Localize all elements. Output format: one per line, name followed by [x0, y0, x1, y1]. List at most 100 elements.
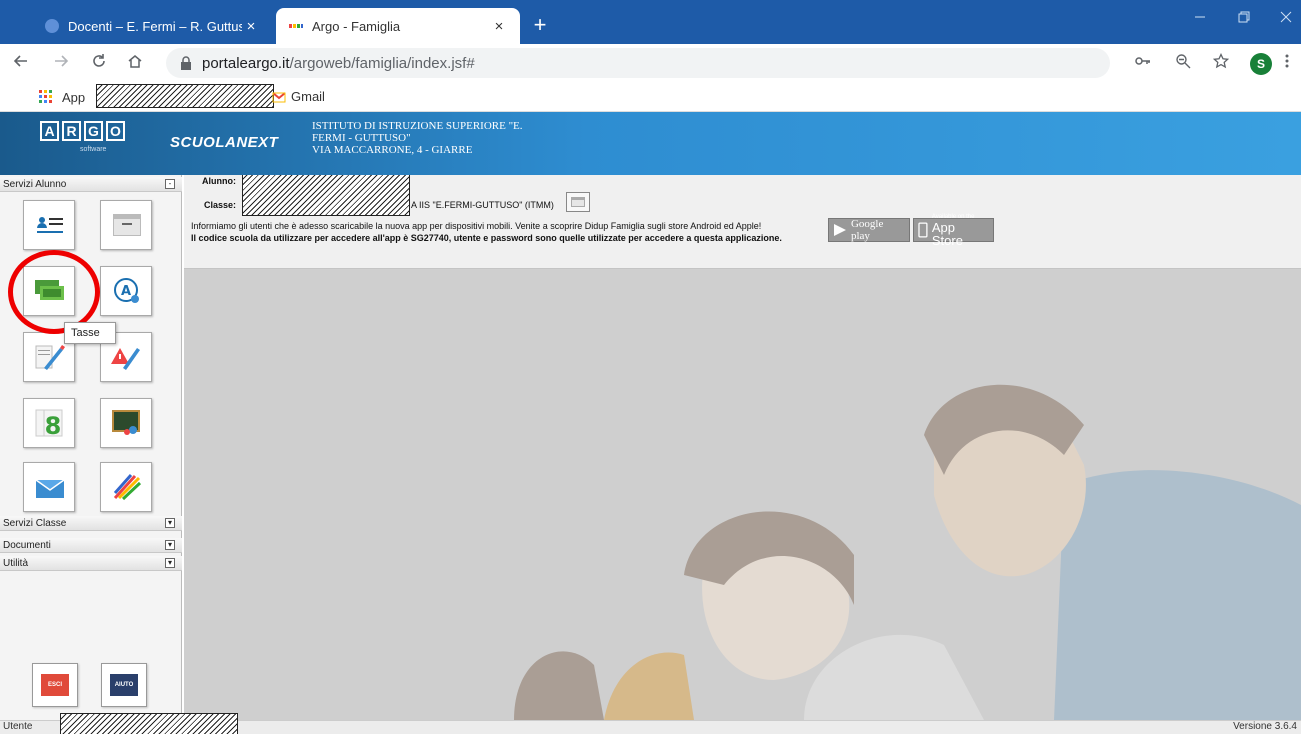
app-store-label: App Store: [931, 219, 963, 248]
expand-icon[interactable]: ▾: [165, 518, 175, 528]
key-icon[interactable]: [1132, 52, 1154, 74]
address-bar[interactable]: portaleargo.it/argoweb/famiglia/index.js…: [166, 48, 1110, 78]
notes-warning-icon: [111, 348, 140, 370]
tile-anagrafe[interactable]: [23, 200, 75, 250]
tile-scelte[interactable]: [100, 462, 152, 512]
logo-letter: G: [84, 121, 103, 141]
product-name: SCUOLANEXT: [170, 134, 279, 151]
phone-icon: [918, 222, 928, 238]
user-label: Utente: [3, 721, 33, 732]
section-label: Documenti: [3, 540, 51, 551]
redacted-username: [60, 713, 238, 734]
url-path: /argoweb/famiglia/index.jsf#: [289, 54, 475, 72]
google-play-button[interactable]: Google play: [828, 218, 910, 242]
school-line: FERMI - GUTTUSO": [312, 132, 411, 144]
tab-close-icon[interactable]: ×: [242, 18, 260, 35]
tile-bacheca[interactable]: [23, 462, 75, 512]
logo-letter: O: [106, 121, 125, 141]
section-label: Utilità: [3, 558, 29, 569]
collapse-icon[interactable]: -: [165, 179, 175, 189]
zoom-icon[interactable]: [1172, 52, 1194, 74]
grades-icon: 8: [35, 409, 63, 438]
google-play-label: Google play: [850, 218, 884, 242]
expand-icon[interactable]: ▾: [165, 540, 175, 550]
tile-ricevimento[interactable]: [100, 398, 152, 448]
expand-icon[interactable]: ▾: [165, 558, 175, 568]
forward-icon[interactable]: [50, 52, 72, 74]
tile-assenze[interactable]: A: [100, 266, 152, 316]
play-store-icon: [833, 224, 846, 236]
tab-close-icon[interactable]: ×: [490, 18, 508, 35]
logo-subtitle: software: [80, 146, 107, 153]
aiuto-button[interactable]: AIUTO: [101, 663, 147, 707]
envelope-icon: [35, 479, 65, 498]
tile-voti[interactable]: 8: [23, 398, 75, 448]
homework-icon: [35, 345, 65, 370]
app-store-button[interactable]: Available on the App Store: [913, 214, 994, 247]
svg-text:8: 8: [45, 412, 62, 438]
section-label: Servizi Alunno: [3, 179, 67, 190]
school-line: VIA MACCARRONE, 4 - GIARRE: [312, 144, 473, 156]
tile-curriculum[interactable]: [100, 200, 152, 250]
url-domain: portaleargo.it: [202, 54, 290, 72]
tab-title: Docenti – E. Fermi – R. Guttuso: [68, 18, 242, 34]
classe-label: Classe:: [204, 200, 237, 210]
new-tab-button[interactable]: +: [528, 14, 552, 36]
lock-icon: [181, 56, 191, 70]
redacted-student-name: [242, 175, 410, 216]
restore-icon[interactable]: [1234, 10, 1254, 26]
notice-line-1: Informiamo gli utenti che è adesso scari…: [191, 221, 762, 231]
bookmark-gmail[interactable]: Gmail: [272, 89, 325, 104]
close-window-icon[interactable]: [1276, 10, 1296, 26]
colored-pencils-icon: [113, 474, 142, 501]
redacted-bookmark: [96, 84, 274, 108]
star-icon[interactable]: [1210, 52, 1232, 74]
id-card-icon: [37, 217, 63, 233]
bookmarks-bar: App Gmail: [0, 82, 1301, 112]
menu-kebab-icon[interactable]: [1276, 52, 1298, 74]
tab-docenti[interactable]: Docenti – E. Fermi – R. Guttuso ×: [32, 8, 272, 44]
folder-icon: [113, 214, 141, 236]
bookmark-label: Gmail: [291, 89, 325, 104]
status-bar: Utente Versione 3.6.4: [0, 713, 1301, 734]
home-icon[interactable]: [124, 52, 146, 74]
section-servizi-alunno[interactable]: Servizi Alunno -: [0, 177, 182, 192]
school-name: ISTITUTO DI ISTRUZIONE SUPERIORE "E. FER…: [312, 120, 523, 156]
tab-title: Argo - Famiglia: [312, 18, 401, 34]
main-content: Alunno: Classe: A IIS "E.FERMI-GUTTUSO" …: [184, 175, 1301, 720]
argo-header: A R G O software SCUOLANEXT ISTITUTO DI …: [0, 112, 1301, 175]
reload-icon[interactable]: [88, 52, 110, 74]
section-documenti[interactable]: Documenti ▾: [0, 538, 182, 553]
browser-titlebar: Docenti – E. Fermi – R. Guttuso × Argo -…: [0, 0, 1301, 44]
app-store-text: Available on the App Store: [932, 214, 989, 247]
back-icon[interactable]: [10, 52, 32, 74]
folder-icon: [571, 197, 585, 207]
argo-logo: A R G O: [40, 121, 128, 141]
classe-value: A IIS "E.FERMI-GUTTUSO" (ITMM): [411, 200, 554, 210]
browser-toolbar: portaleargo.it/argoweb/famiglia/index.js…: [0, 44, 1301, 82]
logo-letter: R: [62, 121, 81, 141]
minimize-icon[interactable]: [1190, 10, 1210, 26]
apps-grid-icon: [39, 90, 52, 103]
esci-label: ESCI: [41, 674, 69, 696]
student-info-panel: Alunno: Classe: A IIS "E.FERMI-GUTTUSO" …: [184, 175, 1301, 269]
class-details-button[interactable]: [566, 192, 590, 212]
aiuto-label: AIUTO: [110, 674, 138, 696]
version-label: Versione 3.6.4: [1233, 721, 1297, 732]
esci-button[interactable]: ESCI: [32, 663, 78, 707]
section-servizi-classe[interactable]: Servizi Classe ▾: [0, 516, 182, 531]
blackboard-icon: [112, 410, 140, 435]
section-utilita[interactable]: Utilità ▾: [0, 556, 182, 571]
bookmark-apps[interactable]: App: [38, 89, 85, 105]
alunno-label: Alunno:: [202, 176, 236, 186]
logo-letter: A: [40, 121, 59, 141]
profile-avatar[interactable]: S: [1250, 53, 1272, 75]
globe-icon: [45, 19, 59, 33]
bookmark-label: App: [62, 89, 86, 105]
attendance-icon: A: [114, 278, 139, 303]
argo-favicon-icon: [289, 24, 303, 28]
gmail-icon: [272, 91, 286, 102]
tooltip-tasse: Tasse: [64, 322, 116, 344]
tab-argo-famiglia[interactable]: Argo - Famiglia ×: [276, 8, 520, 44]
notice-line-2: Il codice scuola da utilizzare per acced…: [191, 233, 782, 243]
